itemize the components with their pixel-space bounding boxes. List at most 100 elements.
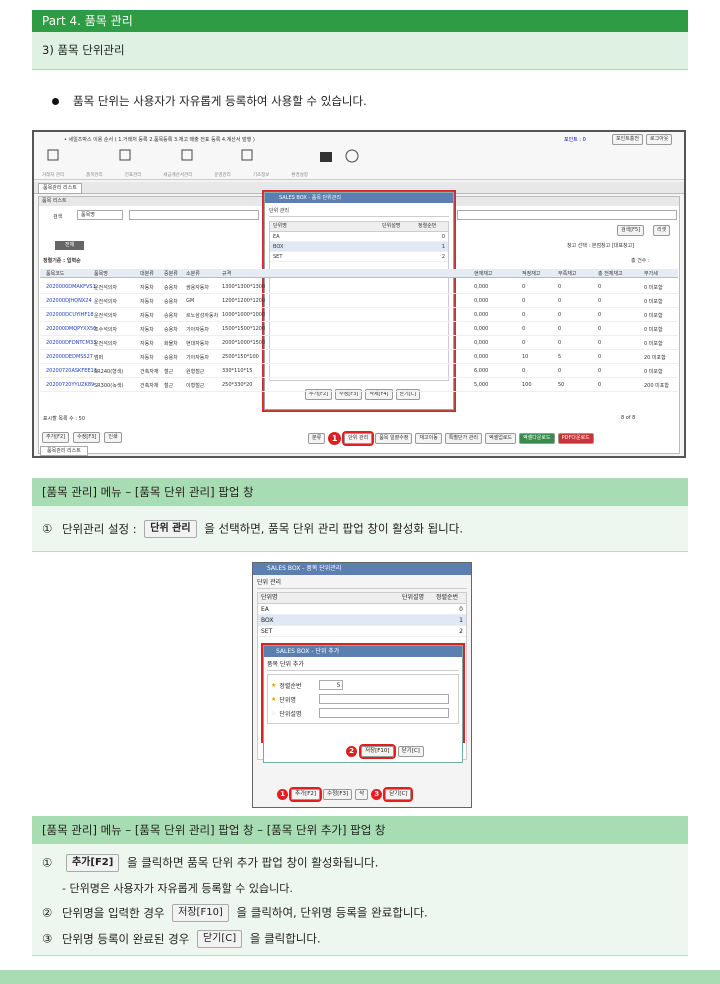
search-input-right[interactable] — [457, 210, 677, 220]
step-marker: 1 — [328, 432, 342, 445]
user-point: 포인트 : 0 — [564, 137, 586, 143]
all-button[interactable]: 전체 — [55, 241, 85, 250]
list-item[interactable]: BOX 1 — [270, 242, 448, 252]
unit-desc-input[interactable] — [319, 708, 450, 718]
step-text: 단위관리 설정 : — [61, 521, 137, 536]
excel-download-button[interactable]: 엑셀다운로드 — [519, 433, 555, 444]
pdf-download-button[interactable]: PDF다운로드 — [557, 433, 594, 444]
star-icon: ★ — [271, 695, 277, 703]
table-cell: 20200720ASKFEE13 — [46, 368, 97, 374]
list-item[interactable]: SET 2 — [258, 626, 466, 637]
table-cell: 0 미포함 — [644, 313, 663, 319]
popup2-table-header: 단위명 단위설명 정렬순번 — [258, 593, 466, 604]
table-cell: 0 — [598, 284, 602, 290]
table-row[interactable]: 202000DEDMSS27 범퍼 자동차 승용차 기아자동차 2500*150*100 0… — [40, 350, 678, 364]
tab-bottom-list[interactable]: 품목관리 리스트 — [40, 446, 88, 456]
save-button[interactable]: 저장[F10] — [359, 744, 396, 759]
tab-item-list[interactable]: 품목관리 리스트 — [38, 183, 82, 194]
step-marker: 2 — [346, 746, 357, 757]
table-row[interactable]: 202000DJHQNX24 운전석의자 자동차 승용차 GM 1200*1200*120… — [40, 294, 678, 308]
table-cell: 0 — [598, 354, 602, 360]
step-num: ③ — [42, 931, 53, 946]
table-cell: 200 미포함 — [644, 383, 669, 389]
unit-name: SET — [273, 254, 283, 260]
search-input[interactable] — [129, 210, 259, 220]
table-cell: 0 — [558, 298, 562, 304]
sort-order: 2 — [459, 628, 463, 635]
unit-name: EA — [261, 606, 269, 613]
table-cell: 0 — [558, 326, 562, 332]
table-cell: 2020000DMAKFVS1 — [46, 284, 96, 290]
step-num: ② — [42, 905, 53, 920]
table-cell: 1200*1200*1200 — [222, 298, 266, 304]
list-item[interactable]: SET 2 — [270, 252, 448, 262]
col-header: 소분류 — [186, 271, 200, 277]
table-cell: 현대자동차 — [186, 341, 210, 347]
table-cell: 철근 — [164, 369, 174, 375]
reset-button[interactable]: 리셋 — [653, 225, 671, 236]
table-cell: 조수석의자 — [94, 327, 118, 333]
excel-upload-button[interactable]: 엑셀업로드 — [485, 433, 517, 444]
add-button[interactable]: 추가[F2] — [42, 432, 70, 443]
unit-name-input[interactable] — [319, 694, 450, 704]
edit-button[interactable]: 수정[F3] — [73, 432, 101, 443]
table-cell: 1500*1500*1200 — [222, 326, 266, 332]
step-line-2: ② 단위명을 입력한 경우 저장[F10] 을 클릭하여, 단위명 등록을 완료… — [42, 904, 428, 922]
popup2-close-button[interactable]: 닫기[C] — [383, 787, 414, 802]
search-button[interactable]: 검색[F5] — [617, 225, 645, 236]
table-cell: 운전석의자 — [94, 341, 118, 347]
table-row[interactable]: 20200720ASKFEE13 SR240(형색) 건축자재 철근 원형철근 330*1… — [40, 364, 678, 378]
list-item[interactable]: EA 0 — [258, 604, 466, 615]
table-row[interactable]: 2020000DMAKFVS1 운전석의자 자동차 승용차 쌍용자동차 1300*1300… — [40, 280, 678, 294]
table-row[interactable]: 202000DFDNTCM33 운전석의자 자동차 화물차 현대자동차 2000*1000… — [40, 336, 678, 350]
list-item[interactable]: EA 0 — [270, 232, 448, 242]
table-cell: 20200720YYUZK89 — [46, 382, 95, 388]
table-cell: 6,000 — [474, 368, 489, 374]
popup2-add-button[interactable]: 추가[F2] — [288, 787, 323, 802]
table-cell: 1300*1300*1300 — [222, 284, 266, 290]
table-row[interactable]: 20200720YYUZK89 SR300(녹색) 건축자재 철근 이형철근 250*33… — [40, 378, 678, 392]
table-cell: 0,000 — [474, 326, 489, 332]
print-button[interactable]: 인쇄 — [104, 432, 122, 443]
star-icon: ★ — [271, 681, 277, 689]
table-cell: 0 — [558, 284, 562, 290]
grid-header: 품목코드 품목명 대분류 중분류 소분류 규격 현재재고 적정재고 부족재고 총 전체재고 부가세 — [40, 269, 678, 278]
list-item[interactable]: BOX 1 — [258, 615, 466, 626]
footer-bar — [0, 970, 720, 984]
bottom-left-actions: 추가[F2] 수정[F3] 인쇄 — [42, 432, 122, 443]
table-row[interactable]: 202000DCUYIHF18 운전석의자 자동차 승용차 르노삼성자동차 1000*10… — [40, 308, 678, 322]
step-note: - 단위명은 사용자가 자유롭게 등록할 수 있습니다. — [62, 882, 293, 895]
table-cell: 50 — [558, 382, 565, 388]
sort-order-stepper[interactable]: 5 — [319, 680, 344, 690]
table-cell: 자동차 — [140, 327, 154, 333]
group-label: 전표관리 — [124, 173, 142, 178]
page-size-select[interactable]: 표시할 목록 수 : 50 — [43, 415, 85, 422]
special-price-button[interactable]: 특별단가 관리 — [444, 433, 483, 444]
table-cell: SR300(녹색) — [94, 383, 124, 389]
point-charge-button[interactable]: 포인트충전 — [612, 134, 644, 145]
table-cell: SR240(형색) — [94, 369, 124, 375]
inner-close-button[interactable]: 닫기[C] — [397, 746, 424, 757]
intro-bullet: 품목 단위는 사용자가 자유롭게 등록하여 사용할 수 있습니다. — [52, 93, 367, 109]
warehouse-select[interactable]: 창고 선택 : 본점창고 [대표창고] — [567, 242, 634, 249]
category-button[interactable]: 분류 — [308, 433, 326, 444]
step-line-1: ① 추가[F2] 을 클릭하면 품목 단위 추가 팝업 창이 활성화됩니다. — [42, 854, 378, 872]
table-cell: 기아자동차 — [186, 327, 210, 333]
bulk-edit-button[interactable]: 품목 일괄수정 — [375, 433, 413, 444]
table-cell: 250*330*20 — [222, 382, 253, 388]
bottom-right-actions: 분류 1 단위 관리 품목 일괄수정 재고이동 특별단가 관리 엑셀업로드 엑셀… — [308, 431, 594, 446]
table-row[interactable]: 202000DMQPYXX56 조수석의자 자동차 승용차 기아자동차 1500*1500… — [40, 322, 678, 336]
search-field-select[interactable]: 품목명 — [77, 210, 123, 220]
table-cell: 100 — [522, 382, 532, 388]
logout-button[interactable]: 로그아웃 — [646, 134, 673, 145]
unit-manage-button[interactable]: 단위 관리 — [342, 431, 375, 446]
table-cell: 승용차 — [164, 285, 178, 291]
popup2-delete-button[interactable]: 삭 — [355, 789, 369, 800]
popup2-edit-button[interactable]: 수정[F3] — [323, 789, 353, 800]
tax-icon — [241, 149, 253, 161]
section1-panel: ① 단위관리 설정 : 단위 관리 을 선택하면, 품목 단위 관리 팝업 창이… — [32, 506, 688, 552]
popup-title: SALES BOX - 품목 단위관리 — [265, 193, 453, 203]
table-cell: 0 — [522, 284, 526, 290]
stock-move-button[interactable]: 재고이동 — [415, 433, 442, 444]
table-cell: 0 미포함 — [644, 299, 663, 305]
